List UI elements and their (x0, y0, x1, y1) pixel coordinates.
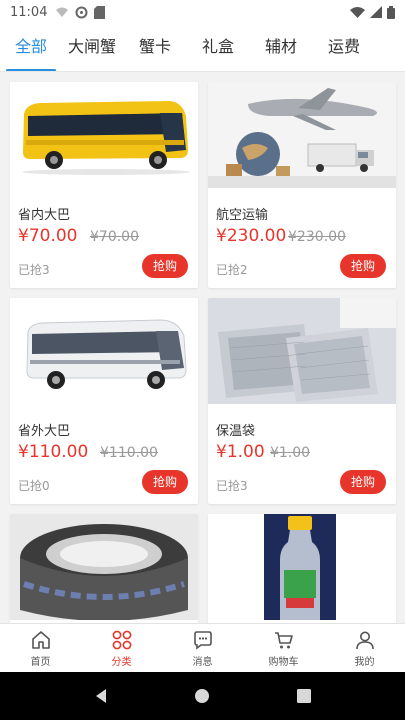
tab-gift-box[interactable]: 礼盒 (187, 24, 249, 71)
battery-icon (387, 5, 395, 19)
user-icon (355, 631, 374, 649)
product-price: ¥110.00 (18, 442, 89, 462)
tab-all[interactable]: 全部 (2, 24, 60, 71)
product-image-foil-insulation-bag (208, 298, 396, 404)
nav-label: 消息 (192, 656, 213, 668)
home-circle-icon[interactable] (194, 688, 210, 704)
product-original-price: ¥110.00 (100, 445, 158, 461)
product-image-airplane-logistics (208, 82, 396, 188)
product-card[interactable] (208, 514, 396, 623)
tab-shipping[interactable]: 运费 (313, 24, 375, 71)
buy-button[interactable]: 抢购 (340, 470, 386, 494)
product-card[interactable]: 保温袋 ¥1.00 ¥1.00 已抢3 抢购 (208, 298, 396, 504)
sync-icon (75, 6, 88, 18)
system-nav-bar (0, 672, 405, 720)
product-image-yellow-bus (10, 82, 198, 188)
product-image-packing-tape-roll (10, 514, 198, 620)
product-card[interactable]: 航空运输 ¥230.00 ¥230.00 已抢2 抢购 (208, 82, 396, 288)
product-name: 省外大巴 (18, 424, 71, 439)
product-price: ¥230.00 (216, 226, 287, 246)
wifi-off-icon (56, 7, 69, 17)
bottom-nav: 首页 分类 消息 购物车 我的 (0, 623, 405, 672)
buy-button[interactable]: 抢购 (142, 254, 188, 278)
status-bar: 11:04 (0, 0, 405, 24)
nav-cart[interactable]: 购物车 (243, 624, 324, 672)
product-name: 航空运输 (216, 208, 269, 223)
product-sold-count: 已抢3 (18, 263, 50, 277)
nav-label: 购物车 (268, 656, 299, 668)
product-price: ¥1.00 (216, 442, 265, 462)
product-card[interactable] (10, 514, 198, 623)
tab-hairy-crab[interactable]: 大闸蟹 (61, 24, 123, 71)
back-icon[interactable] (93, 688, 109, 704)
product-original-price: ¥1.00 (270, 445, 311, 461)
product-price: ¥70.00 (18, 226, 78, 246)
buy-button[interactable]: 抢购 (142, 470, 188, 494)
recents-icon[interactable] (296, 688, 312, 704)
nav-profile[interactable]: 我的 (324, 624, 405, 672)
category-icon (112, 630, 131, 649)
cart-icon (274, 631, 293, 648)
nav-messages[interactable]: 消息 (162, 624, 243, 672)
product-grid: 省内大巴 ¥70.00 ¥70.00 已抢3 抢购 航空运输 ¥230.00 ¥… (0, 72, 405, 623)
wifi-icon (350, 7, 365, 18)
product-name: 保温袋 (216, 424, 256, 439)
product-sold-count: 已抢2 (216, 263, 248, 277)
sd-card-icon (94, 5, 106, 19)
product-image-white-bus (10, 298, 198, 404)
product-card[interactable]: 省内大巴 ¥70.00 ¥70.00 已抢3 抢购 (10, 82, 198, 288)
product-image-bottle (208, 514, 396, 620)
nav-label: 我的 (354, 656, 375, 668)
tab-crab-card[interactable]: 蟹卡 (124, 24, 186, 71)
product-original-price: ¥230.00 (288, 229, 346, 245)
signal-icon (370, 6, 382, 18)
product-sold-count: 已抢0 (18, 479, 50, 493)
home-icon (31, 630, 50, 649)
message-icon (193, 630, 212, 650)
category-tabs: 全部 大闸蟹 蟹卡 礼盒 辅材 运费 (0, 24, 405, 72)
tab-accessories[interactable]: 辅材 (250, 24, 312, 71)
product-name: 省内大巴 (18, 208, 71, 223)
nav-home[interactable]: 首页 (0, 624, 81, 672)
nav-label: 首页 (30, 656, 51, 668)
nav-category[interactable]: 分类 (81, 624, 162, 672)
buy-button[interactable]: 抢购 (340, 254, 386, 278)
product-sold-count: 已抢3 (216, 479, 248, 493)
status-time: 11:04 (10, 4, 48, 20)
product-original-price: ¥70.00 (90, 229, 139, 245)
product-card[interactable]: 省外大巴 ¥110.00 ¥110.00 已抢0 抢购 (10, 298, 198, 504)
nav-label: 分类 (111, 656, 132, 668)
